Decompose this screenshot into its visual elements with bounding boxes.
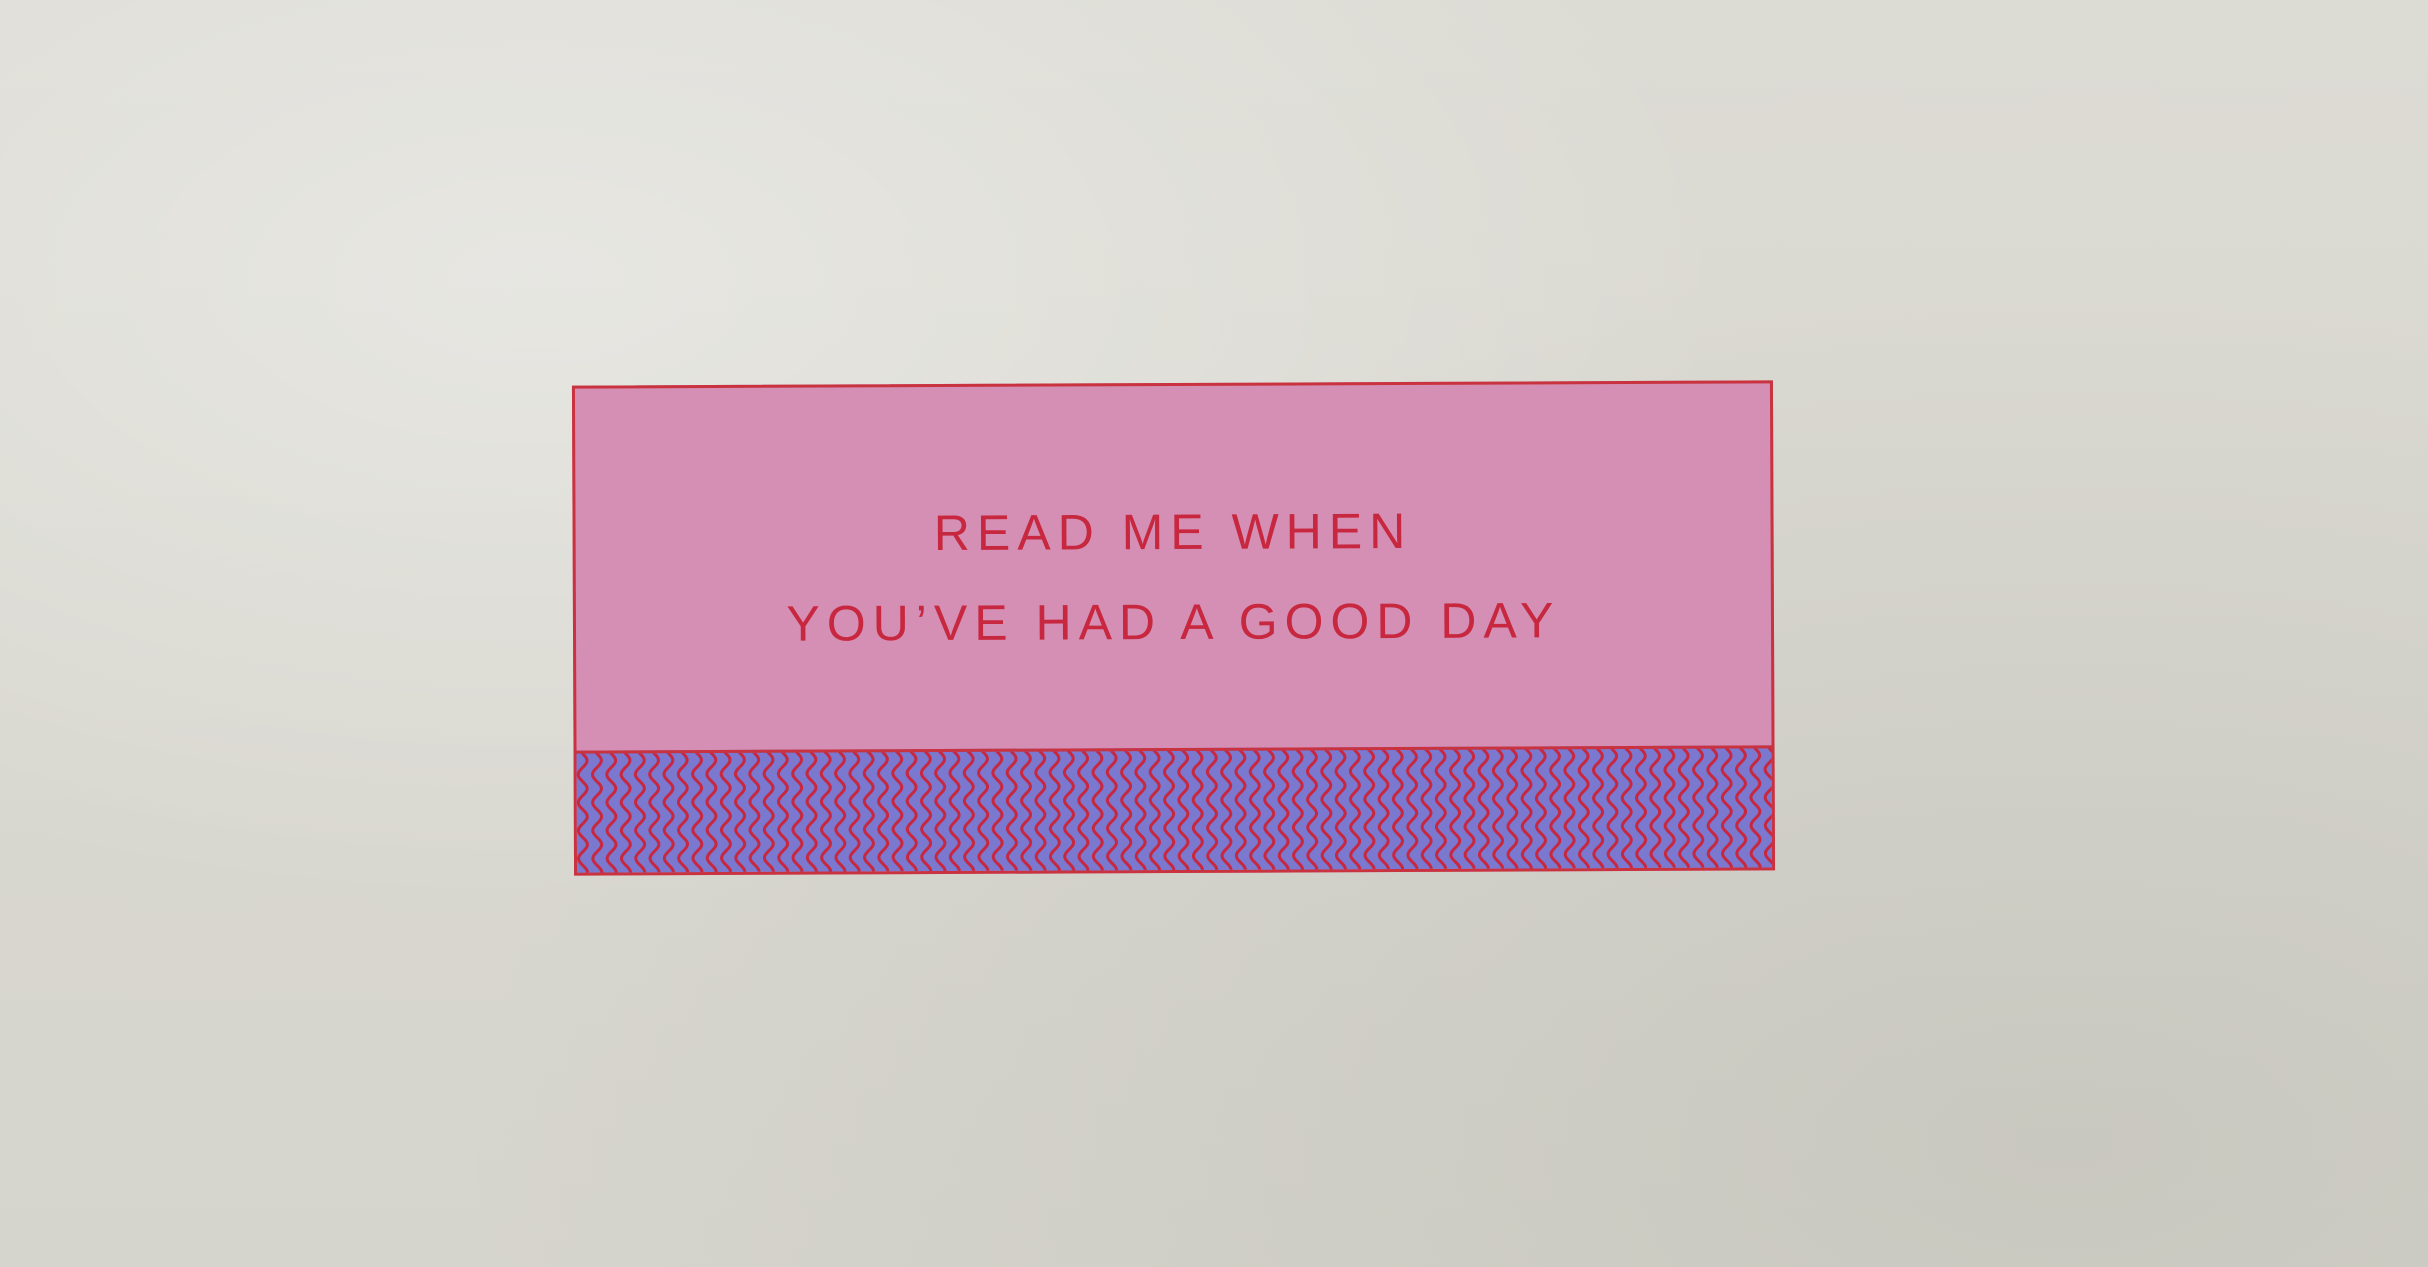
wavy-line	[1005, 748, 1018, 873]
wavy-line	[805, 748, 818, 873]
wavy-line	[819, 748, 833, 873]
wavy-line	[1406, 748, 1419, 873]
wavy-line	[691, 748, 704, 873]
wavy-line	[1020, 748, 1033, 873]
wavy-line	[1320, 748, 1333, 873]
wavy-line	[1263, 748, 1276, 873]
wavy-line	[748, 748, 761, 873]
wavy-line	[1692, 748, 1705, 872]
wavy-line	[1220, 748, 1233, 873]
wavy-line	[1620, 748, 1633, 872]
wavy-lines-pattern	[576, 748, 1773, 873]
wavy-line	[1563, 748, 1576, 872]
wavy-line	[662, 748, 675, 873]
wavy-line	[977, 748, 990, 873]
wavy-line	[576, 748, 589, 873]
wavy-line	[962, 748, 976, 873]
wavy-line	[762, 748, 775, 873]
wavy-line	[1649, 748, 1662, 872]
wavy-line	[1449, 748, 1462, 873]
wavy-line	[1606, 748, 1619, 872]
wavy-line	[1248, 748, 1262, 873]
envelope-label-card: READ ME WHEN YOU’VE HAD A GOOD DAY	[571, 380, 1776, 876]
wavy-line	[1735, 748, 1748, 872]
wavy-line	[1306, 748, 1319, 873]
wavy-line	[1062, 748, 1076, 873]
wavy-line	[877, 748, 890, 873]
wavy-line	[1205, 748, 1219, 873]
wavy-line	[619, 748, 632, 873]
wavy-line	[948, 748, 961, 873]
wavy-line	[1763, 748, 1773, 871]
wavy-line	[848, 748, 861, 873]
wavy-line	[648, 748, 661, 873]
wavy-line	[991, 748, 1004, 873]
wavy-line	[1091, 748, 1104, 873]
wavy-line	[1663, 748, 1676, 872]
wavy-line	[1706, 748, 1719, 872]
wavy-line	[1234, 748, 1247, 873]
wavy-line	[1477, 748, 1490, 873]
wavy-line	[1077, 748, 1090, 873]
wavy-line	[791, 748, 804, 873]
wavy-line	[1163, 748, 1176, 873]
wavy-line	[1377, 748, 1390, 873]
wavy-line	[605, 748, 618, 873]
wavy-line	[776, 748, 790, 873]
wavy-pattern-band	[576, 745, 1773, 873]
wavy-line	[1034, 748, 1047, 873]
wavy-line	[934, 748, 947, 873]
wavy-line	[1549, 748, 1562, 872]
wavy-line	[1048, 748, 1061, 873]
wavy-line	[591, 748, 604, 873]
wavy-line	[1592, 748, 1605, 872]
wavy-line	[1720, 748, 1733, 872]
wavy-line	[1191, 748, 1204, 873]
wavy-line	[1463, 748, 1476, 873]
wavy-line	[676, 748, 690, 873]
wavy-line	[1134, 748, 1147, 873]
wavy-line	[1506, 748, 1519, 873]
wavy-line	[834, 748, 847, 873]
wavy-line	[1291, 748, 1304, 873]
label-line-1: READ ME WHEN	[933, 502, 1413, 562]
wavy-line	[1363, 748, 1376, 873]
wavy-line	[1277, 748, 1290, 873]
label-line-2: YOU’VE HAD A GOOD DAY	[786, 592, 1561, 652]
wavy-line	[734, 748, 747, 873]
wavy-line	[1420, 748, 1433, 873]
wavy-line	[1348, 748, 1362, 873]
wavy-line	[705, 748, 718, 873]
wavy-line	[1577, 748, 1590, 872]
wavy-line	[905, 748, 918, 873]
wavy-line	[1749, 748, 1762, 872]
wavy-line	[891, 748, 904, 873]
wavy-line	[862, 748, 875, 873]
wavy-line	[1148, 748, 1161, 873]
wavy-line	[1177, 748, 1190, 873]
wavy-line	[1634, 748, 1648, 872]
wavy-line	[1334, 748, 1347, 873]
wavy-line	[1434, 748, 1447, 873]
wavy-line	[919, 748, 933, 873]
wavy-line	[719, 748, 732, 873]
wavy-line	[1520, 748, 1533, 873]
wavy-line	[633, 748, 647, 873]
wavy-line	[1120, 748, 1133, 873]
wavy-line	[1677, 748, 1691, 872]
label-text-block: READ ME WHEN YOU’VE HAD A GOOD DAY	[575, 383, 1772, 750]
wavy-line	[1534, 748, 1548, 872]
wavy-line	[1391, 748, 1405, 873]
wavy-line	[1105, 748, 1119, 873]
wavy-line	[1491, 748, 1505, 873]
